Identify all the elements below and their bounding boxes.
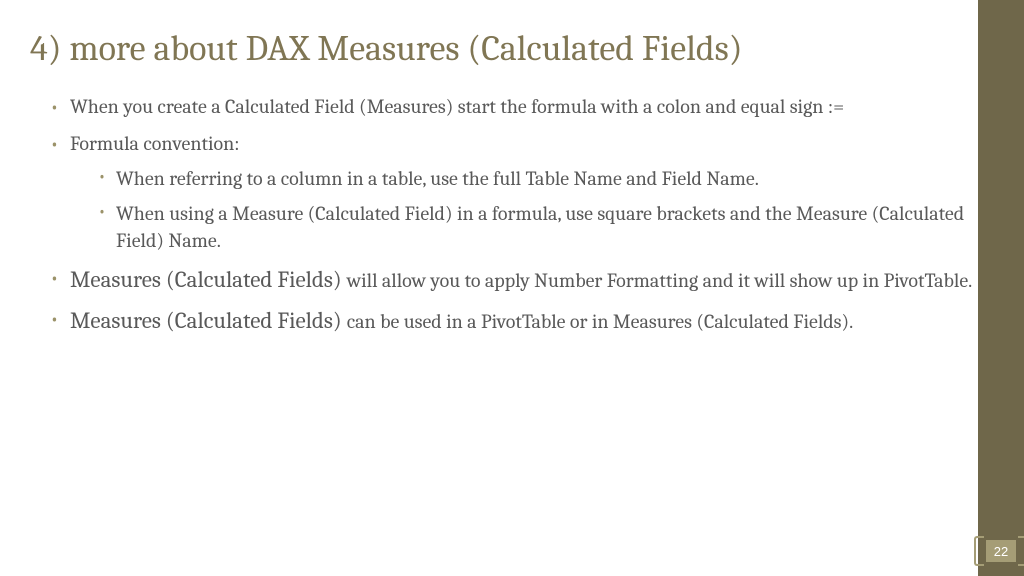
page-number: 22 (994, 544, 1008, 559)
bullet-text: will allow you to apply Number Formattin… (347, 269, 973, 292)
bullet-item: When you create a Calculated Field (Meas… (50, 93, 974, 120)
bullet-item: Measures (Calculated Fields) can be used… (50, 305, 974, 336)
sub-bullet-item: When referring to a column in a table, u… (98, 165, 974, 192)
bracket-left-icon (974, 536, 984, 566)
bullet-item: Formula convention: When referring to a … (50, 130, 974, 254)
sub-bullet-text: When using a Measure (Calculated Field) … (116, 202, 964, 252)
bullet-text: Formula convention: (70, 132, 240, 155)
bullet-list: When you create a Calculated Field (Meas… (30, 93, 974, 336)
bracket-right-icon (1018, 536, 1024, 566)
bullet-text-emphasis: Measures (Calculated Fields) (70, 266, 347, 293)
page-number-container: 22 (974, 532, 1024, 576)
page-number-badge: 22 (986, 540, 1016, 562)
bullet-item: Measures (Calculated Fields) will allow … (50, 264, 974, 295)
slide-content: 4) more about DAX Measures (Calculated F… (0, 0, 1024, 336)
bullet-text: When you create a Calculated Field (Meas… (70, 95, 844, 118)
slide-title: 4) more about DAX Measures (Calculated F… (30, 28, 974, 69)
sub-bullet-text: When referring to a column in a table, u… (116, 167, 759, 190)
sub-bullet-list: When referring to a column in a table, u… (70, 165, 974, 254)
side-accent-bar (978, 0, 1024, 576)
bullet-text: can be used in a PivotTable or in Measur… (347, 310, 854, 333)
bullet-text-emphasis: Measures (Calculated Fields) (70, 307, 347, 334)
sub-bullet-item: When using a Measure (Calculated Field) … (98, 200, 974, 254)
